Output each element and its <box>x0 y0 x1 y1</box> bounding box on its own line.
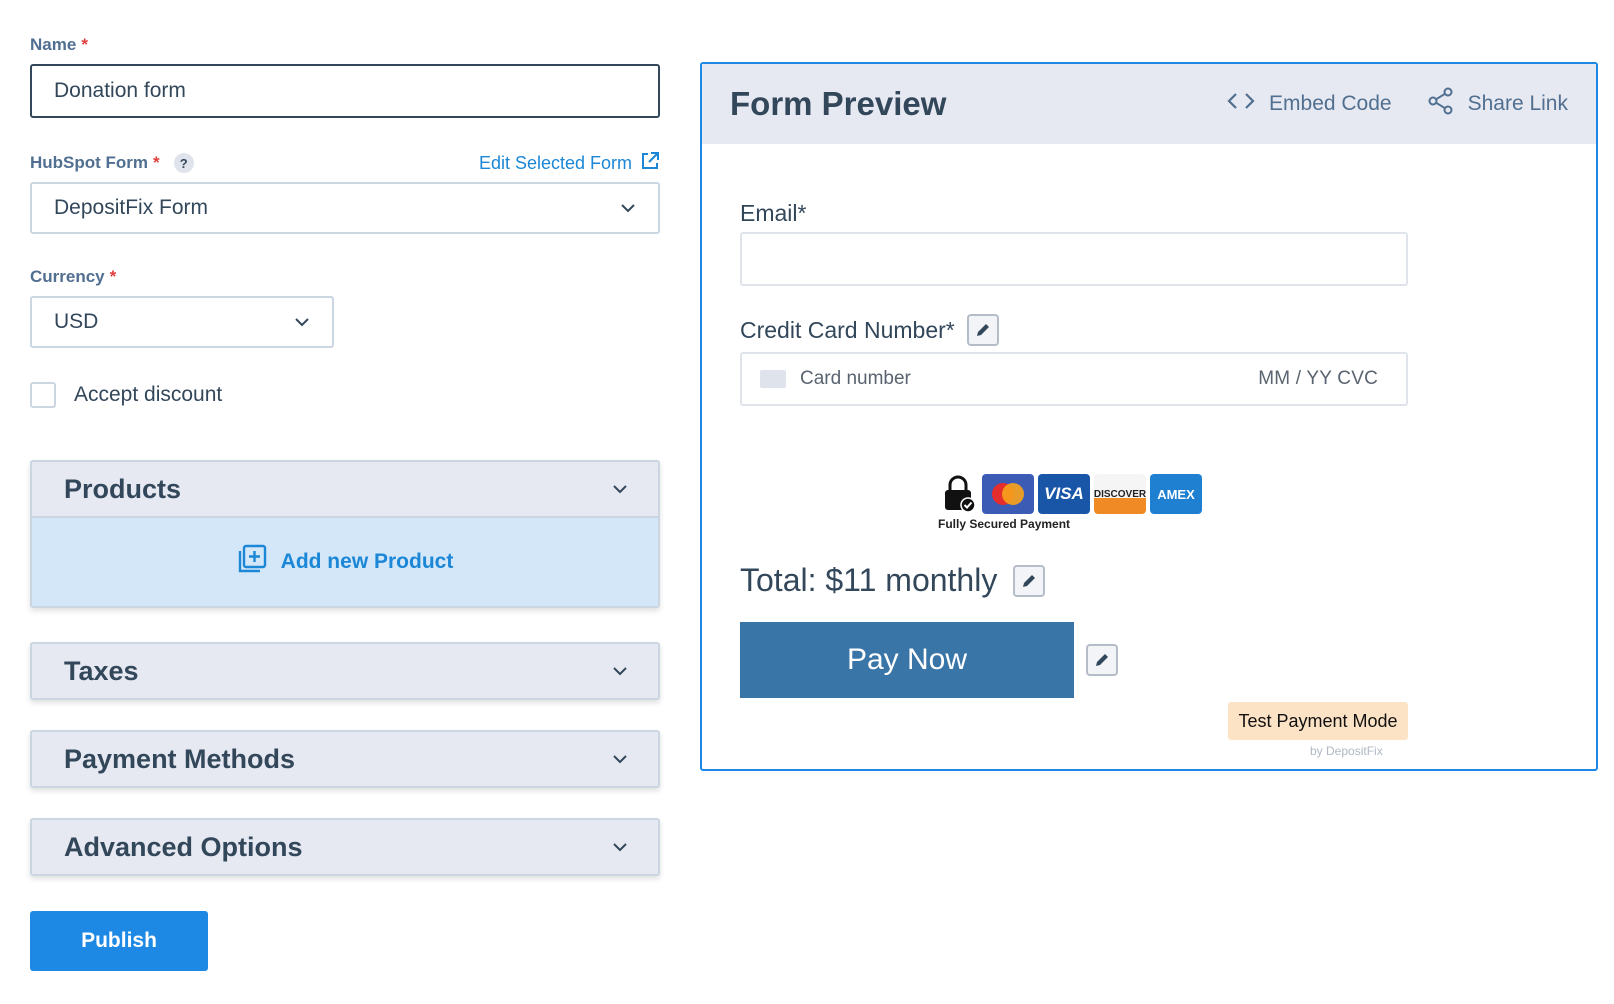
taxes-header[interactable]: Taxes <box>32 644 658 698</box>
add-new-product-label: Add new Product <box>280 550 454 573</box>
chevron-down-icon <box>612 666 628 676</box>
hubspot-form-selected: DepositFix Form <box>54 196 209 219</box>
preview-title: Form Preview <box>730 85 947 122</box>
lock-icon <box>938 474 978 514</box>
hubspot-form-label-text: HubSpot Form <box>30 153 149 172</box>
chevron-down-icon <box>612 842 628 852</box>
edit-selected-form-link[interactable]: Edit Selected Form <box>479 151 660 176</box>
test-payment-mode-badge: Test Payment Mode <box>1228 702 1408 740</box>
card-number-input[interactable]: Card number MM / YY CVC <box>740 352 1408 406</box>
publish-button[interactable]: Publish <box>30 911 208 971</box>
edit-selected-form-text: Edit Selected Form <box>478 152 632 173</box>
hubspot-form-select[interactable]: DepositFix Form <box>30 182 660 234</box>
advanced-options-header[interactable]: Advanced Options <box>32 820 658 874</box>
payment-badges: VISA DISCOVER AMEX <box>938 474 1202 514</box>
preview-header: Form Preview Embed Code Share Link <box>702 64 1596 144</box>
taxes-title: Taxes <box>64 655 139 686</box>
name-label: Name * <box>30 34 660 56</box>
required-mark: * <box>109 267 117 286</box>
edit-pencil-icon[interactable] <box>1013 564 1046 597</box>
products-title: Products <box>64 473 182 504</box>
preview-actions: Embed Code Share Link <box>1227 87 1568 121</box>
embed-code-button[interactable]: Embed Code <box>1227 91 1392 117</box>
products-header[interactable]: Products <box>32 462 658 516</box>
currency-selected: USD <box>54 310 99 333</box>
advanced-options-section[interactable]: Advanced Options <box>30 818 660 876</box>
payment-methods-header[interactable]: Payment Methods <box>32 732 658 786</box>
credit-card-label-text: Credit Card Number* <box>740 316 955 343</box>
name-input[interactable]: Donation form <box>30 64 660 118</box>
accept-discount-checkbox[interactable] <box>30 382 56 408</box>
page: Name * Donation form HubSpot Form * ? Ed… <box>0 0 1614 1004</box>
card-number-placeholder: Card number <box>800 368 911 389</box>
chevron-down-icon <box>612 484 628 494</box>
chevron-down-icon <box>620 203 636 213</box>
credit-card-icon <box>760 370 786 388</box>
visa-icon: VISA <box>1038 474 1090 514</box>
add-new-product-button[interactable]: Add new Product <box>32 516 658 606</box>
currency-label: Currency * <box>30 266 660 288</box>
credit-card-label: Credit Card Number* <box>740 314 999 346</box>
payment-methods-title: Payment Methods <box>64 743 296 774</box>
email-input[interactable] <box>740 232 1408 286</box>
fully-secured-payment-text: Fully Secured Payment <box>938 517 1071 531</box>
powered-by-text: by DepositFix <box>1310 744 1383 758</box>
chevron-down-icon <box>294 317 310 327</box>
email-label-text: Email* <box>740 200 807 226</box>
chevron-down-icon <box>612 754 628 764</box>
required-mark: * <box>81 35 88 54</box>
discover-icon: DISCOVER <box>1094 474 1146 514</box>
edit-pencil-icon[interactable] <box>966 314 999 346</box>
payment-methods-section[interactable]: Payment Methods <box>30 730 660 788</box>
pay-now-button[interactable]: Pay Now <box>740 622 1074 698</box>
accept-discount-row: Accept discount <box>30 382 660 408</box>
name-label-text: Name <box>30 35 77 54</box>
email-label: Email* <box>740 200 806 227</box>
total-amount: Total: $11 monthly <box>740 562 998 598</box>
hubspot-form-label: HubSpot Form * ? Edit Selected Form <box>30 151 660 176</box>
edit-pencil-icon[interactable] <box>1086 644 1118 676</box>
share-icon <box>1428 87 1454 121</box>
accept-discount-label: Accept discount <box>74 383 223 406</box>
share-link-label: Share Link <box>1467 92 1568 115</box>
name-input-value: Donation form <box>54 79 186 102</box>
mastercard-icon <box>982 474 1034 514</box>
external-link-icon <box>640 151 660 176</box>
embed-code-label: Embed Code <box>1269 92 1392 115</box>
code-icon <box>1227 91 1255 117</box>
currency-label-text: Currency <box>30 267 105 286</box>
amex-icon: AMEX <box>1150 474 1202 514</box>
form-preview-panel: Form Preview Embed Code Share Link Email… <box>700 62 1598 771</box>
products-section: Products Add new Product <box>30 460 660 608</box>
add-product-icon <box>237 544 267 580</box>
help-icon[interactable]: ? <box>173 153 194 173</box>
required-mark: * <box>153 153 160 172</box>
card-exp-cvc-placeholder: MM / YY CVC <box>1258 368 1378 389</box>
total-row: Total: $11 monthly <box>740 562 1046 599</box>
advanced-options-title: Advanced Options <box>64 831 303 862</box>
form-settings: Name * Donation form HubSpot Form * ? Ed… <box>30 30 660 408</box>
taxes-section[interactable]: Taxes <box>30 642 660 700</box>
currency-select[interactable]: USD <box>30 296 334 348</box>
share-link-button[interactable]: Share Link <box>1428 87 1568 121</box>
